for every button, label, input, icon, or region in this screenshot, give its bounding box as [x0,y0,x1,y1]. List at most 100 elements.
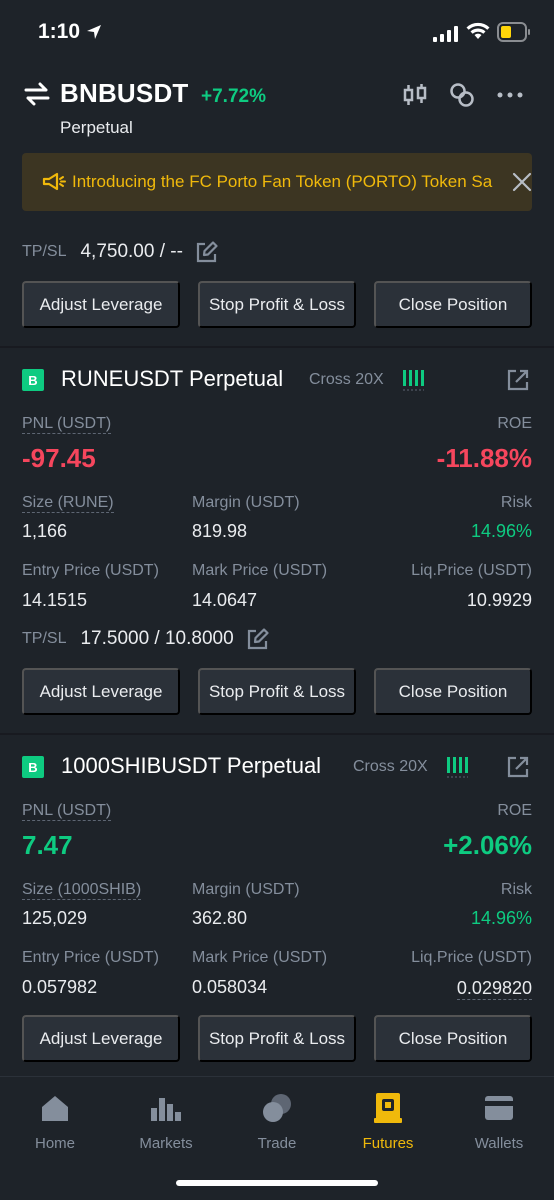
liq-price-value: 10.9929 [466,590,532,610]
margin-label: Margin (USDT) [192,881,300,898]
tab-home[interactable]: Home [0,1077,110,1167]
position-side-badge: B [22,369,44,391]
tab-markets[interactable]: Markets [111,1077,221,1167]
size-label[interactable]: Size (1000SHIB) [22,881,142,900]
roe-label: ROE [497,802,532,819]
candlestick-icon [403,84,427,105]
tab-label: Home [34,1135,75,1152]
close-icon[interactable] [512,172,532,192]
announcement-label: Introducing the FC Porto Fan Token (PORT… [72,172,493,191]
tab-futures[interactable]: Futures [333,1077,443,1167]
markets-icon [150,1091,182,1125]
tab-label: Futures [362,1135,414,1152]
announcement-text: Introducing the FC Porto Fan Token (PORT… [72,172,497,192]
divider [0,346,554,348]
tpsl-value: 4,750.00 / -- [80,241,183,262]
divider [0,733,554,735]
symbol-title[interactable]: BNBUSDT [60,78,189,109]
header: BNBUSDT +7.72% Perpetual [0,66,554,146]
entry-price-label: Entry Price (USDT) [22,562,159,579]
liq-price-label: Liq.Price (USDT) [411,949,532,966]
position-actions: Adjust Leverage Stop Profit & Loss Close… [22,668,532,716]
status-bar: 1:10 [0,0,554,66]
size-value: 125,029 [22,908,88,928]
size-label[interactable]: Size (RUNE) [22,494,114,513]
roe-label: ROE [497,415,532,432]
calculator-icon [450,83,474,107]
margin-mode: Cross 20X [309,371,384,388]
pnl-label[interactable]: PNL (USDT) [22,415,112,434]
cellular-signal-icon [433,26,458,42]
close-position-button[interactable]: Close Position [374,1015,532,1062]
leverage-bars-icon [447,757,468,778]
risk-label: Risk [500,494,532,511]
calculator-button[interactable] [447,80,477,110]
battery-icon [497,22,530,42]
position-symbol[interactable]: RUNEUSDT Perpetual [61,366,283,392]
home-indicator[interactable] [176,1180,378,1186]
tpsl-label: TP/SL [22,630,67,647]
position-actions: Adjust Leverage Stop Profit & Loss Close… [22,1015,532,1063]
close-position-button[interactable]: Close Position [374,668,532,715]
tab-label: Trade [257,1135,297,1152]
position-actions: Adjust Leverage Stop Profit & Loss Close… [22,281,532,329]
stop-profit-loss-button[interactable]: Stop Profit & Loss [198,1015,356,1062]
stop-profit-loss-button[interactable]: Stop Profit & Loss [198,281,356,328]
roe-value: -11.88% [436,443,532,473]
mark-price-value: 14.0647 [192,590,258,610]
more-icon [497,92,523,98]
tpsl-row: TP/SL 4,750.00 / -- [22,239,219,265]
position-header: B 1000SHIBUSDT Perpetual Cross 20X [22,753,532,783]
pnl-value: -97.45 [22,443,96,473]
location-arrow-icon [87,25,101,39]
tab-wallets[interactable]: Wallets [444,1077,554,1167]
tpsl-row: TP/SL 17.5000 / 10.8000 [22,626,270,652]
risk-label: Risk [500,881,532,898]
roe-value: +2.06% [443,830,532,860]
pnl-label[interactable]: PNL (USDT) [22,802,112,821]
swap-icon[interactable] [24,82,50,106]
mark-price-value: 0.058034 [192,977,268,997]
tpsl-label: TP/SL [22,243,67,260]
edit-icon[interactable] [195,241,219,263]
pnl-value: 7.47 [22,830,73,860]
futures-icon [374,1091,402,1125]
position-side-badge: B [22,756,44,778]
candlestick-chart-button[interactable] [400,80,430,110]
tab-trade[interactable]: Trade [222,1077,332,1167]
wallet-icon [484,1091,514,1125]
stop-profit-loss-button[interactable]: Stop Profit & Loss [198,668,356,715]
margin-label: Margin (USDT) [192,494,300,511]
edit-icon[interactable] [246,628,270,650]
mark-price-label: Mark Price (USDT) [192,562,328,579]
announcement-banner[interactable]: Introducing the FC Porto Fan Token (PORT… [22,153,532,211]
liq-price-label: Liq.Price (USDT) [411,562,532,579]
margin-value: 819.98 [192,521,248,541]
entry-price-value: 14.1515 [22,590,88,610]
tab-label: Wallets [474,1135,524,1152]
size-value: 1,166 [22,521,68,541]
adjust-leverage-button[interactable]: Adjust Leverage [22,281,180,328]
adjust-leverage-button[interactable]: Adjust Leverage [22,1015,180,1062]
close-position-button[interactable]: Close Position [374,281,532,328]
wifi-icon [466,22,490,39]
contract-type: Perpetual [60,118,133,137]
position-symbol[interactable]: 1000SHIBUSDT Perpetual [61,753,321,779]
mark-price-label: Mark Price (USDT) [192,949,328,966]
margin-value: 362.80 [192,908,248,928]
leverage-bars-icon [403,370,424,391]
entry-price-label: Entry Price (USDT) [22,949,159,966]
more-options-button[interactable] [495,80,525,110]
share-icon[interactable] [506,755,530,779]
risk-value: 14.96% [470,908,532,928]
risk-value: 14.96% [470,521,532,541]
adjust-leverage-button[interactable]: Adjust Leverage [22,668,180,715]
liq-price-value[interactable]: 0.029820 [456,977,532,1000]
megaphone-icon [42,172,66,191]
position-header: B RUNEUSDT Perpetual Cross 20X [22,366,532,396]
share-icon[interactable] [506,368,530,392]
tab-label: Markets [139,1135,193,1152]
entry-price-value: 0.057982 [22,977,98,997]
trade-icon [261,1091,293,1125]
status-time: 1:10 [38,20,81,43]
